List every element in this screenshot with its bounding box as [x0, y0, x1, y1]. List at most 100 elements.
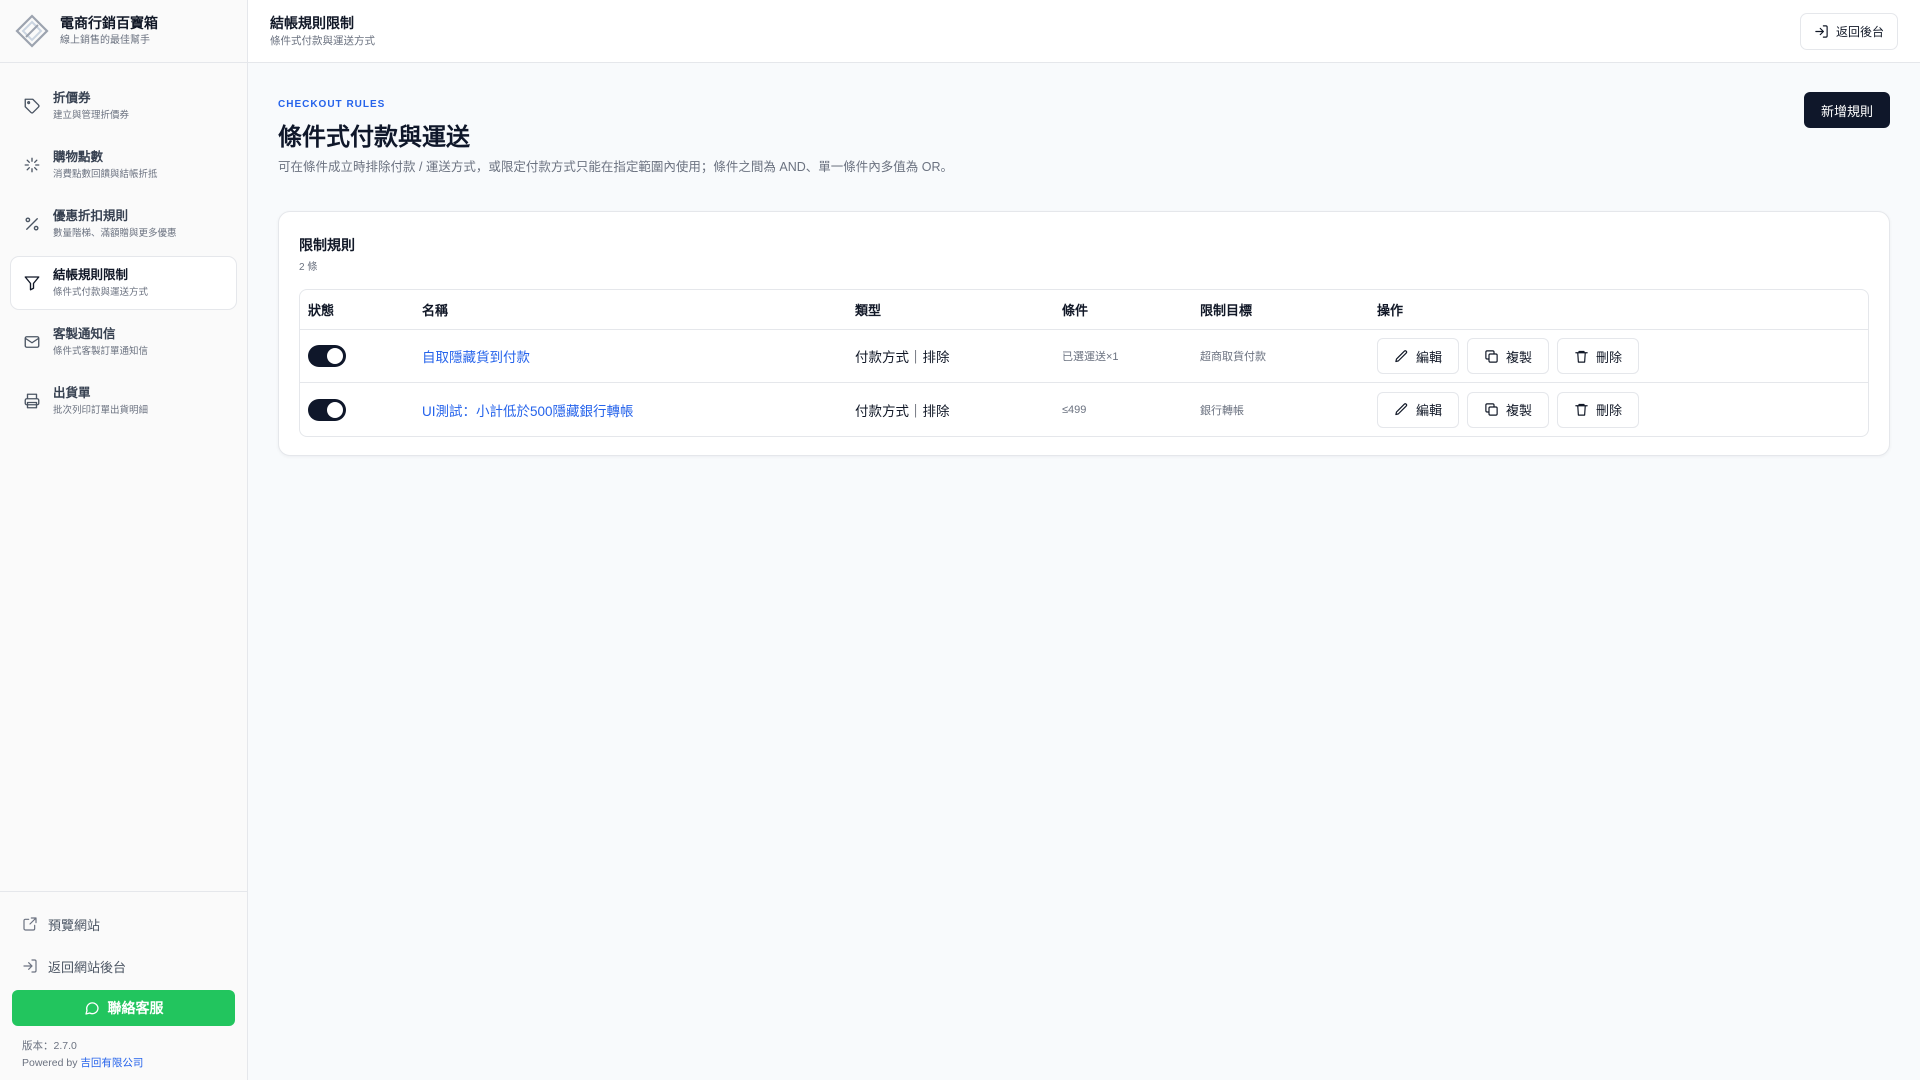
add-rule-button[interactable]: 新增規則 — [1803, 92, 1890, 128]
external-link-icon — [23, 917, 37, 931]
sidebar-item-sub: 條件式客製訂單通知信 — [53, 346, 149, 357]
sidebar-item-sub: 批次列印訂單出貨明細 — [53, 405, 149, 416]
top-bar: 結帳規則限制 條件式付款與運送方式 返回後台 — [248, 0, 1920, 63]
status-cell — [308, 330, 346, 382]
edit-label: 編輯 — [1416, 349, 1443, 365]
version-info: 版本：2.7.0 Powered by 吉回有限公司 — [12, 1038, 235, 1072]
brand: 電商行銷百寶箱 線上銷售的最佳幫手 — [0, 0, 247, 63]
version-label: 版本：2.7.0 — [22, 1040, 77, 1052]
rule-enabled-toggle[interactable] — [308, 398, 346, 421]
name-cell: UI測試：小計低於500隱藏銀行轉帳 — [422, 383, 634, 436]
preview-site-label: 預覽網站 — [48, 917, 101, 933]
percent-icon — [25, 217, 39, 231]
brand-title: 電商行銷百寶箱 — [60, 15, 158, 31]
rule-condition: ≤499 — [1062, 403, 1087, 416]
sidebar-item-discount-rules[interactable]: 優惠折扣規則 數量階梯、滿額贈與更多優惠 — [10, 197, 237, 251]
contact-support-label: 聯絡客服 — [107, 1000, 164, 1016]
column-header-name: 名稱 — [422, 303, 449, 318]
sidebar-item-sub: 條件式付款與運送方式 — [53, 287, 149, 298]
table-row: UI測試：小計低於500隱藏銀行轉帳 付款方式｜排除 ≤499 銀行轉帳 編輯 — [300, 383, 1868, 436]
printer-icon — [24, 393, 40, 409]
brand-subtitle: 線上銷售的最佳幫手 — [60, 35, 150, 46]
edit-button[interactable]: 編輯 — [1377, 338, 1460, 374]
column-header-status: 狀態 — [308, 303, 335, 318]
sidebar-item-label: 客製通知信 — [53, 327, 116, 341]
mail-icon — [24, 336, 40, 348]
rule-condition: 已選運送×1 — [1062, 351, 1119, 363]
rule-name-link[interactable]: 自取隱藏貨到付款 — [422, 346, 530, 366]
login-icon — [1815, 25, 1828, 38]
sidebar-item-label: 折價券 — [53, 91, 91, 105]
preview-site-link[interactable]: 預覽網站 — [12, 906, 235, 942]
copy-label: 複製 — [1506, 403, 1533, 418]
top-bar-subtitle: 條件式付款與運送方式 — [270, 35, 375, 47]
sidebar-item-label: 出貨單 — [53, 386, 91, 400]
powered-by: Powered by 吉回有限公司 — [22, 1055, 235, 1072]
powered-by-label: Powered by — [22, 1057, 78, 1069]
rule-enabled-toggle[interactable] — [308, 345, 346, 367]
back-to-admin-label: 返回後台 — [1835, 25, 1884, 39]
rule-type: 付款方式｜排除 — [855, 350, 950, 365]
toggle-knob — [327, 401, 343, 418]
sidebar-item-sub: 消費點數回饋與結帳折抵 — [53, 169, 158, 180]
rule-target: 超商取貨付款 — [1200, 351, 1266, 363]
sidebar-item-label: 購物點數 — [53, 150, 104, 164]
edit-label: 編輯 — [1416, 403, 1443, 418]
brand-logo-icon — [15, 14, 49, 48]
sidebar-footer: 預覽網站 返回網站後台 聯絡客服 版本：2.7.0 Powered by 吉回有… — [0, 891, 247, 1080]
sidebar-item-notifications[interactable]: 客製通知信 條件式客製訂單通知信 — [10, 315, 237, 369]
login-icon — [23, 959, 37, 973]
copy-label: 複製 — [1506, 349, 1533, 365]
back-to-site-admin-link[interactable]: 返回網站後台 — [12, 948, 235, 984]
target-cell: 銀行轉帳 — [1200, 383, 1244, 436]
page-description: 可在條件成立時排除付款 / 運送方式，或限定付款方式只能在指定範圍內使用；條件之… — [278, 160, 954, 174]
column-header-actions: 操作 — [1377, 303, 1404, 318]
page-eyebrow: CHECKOUT RULES — [278, 99, 386, 110]
sidebar-item-checkout-rules[interactable]: 結帳規則限制 條件式付款與運送方式 — [10, 256, 237, 310]
powered-by-company-link[interactable]: 吉回有限公司 — [80, 1057, 143, 1069]
trash-icon — [1575, 403, 1588, 416]
delete-button[interactable]: 刪除 — [1557, 338, 1640, 374]
target-cell: 超商取貨付款 — [1200, 330, 1266, 382]
type-cell: 付款方式｜排除 — [855, 383, 950, 436]
actions-cell: 編輯 複製 刪除 — [1377, 330, 1647, 382]
edit-button[interactable]: 編輯 — [1377, 391, 1460, 428]
delete-label: 刪除 — [1596, 403, 1623, 418]
sidebar-item-label: 優惠折扣規則 — [53, 209, 129, 223]
column-header-type: 類型 — [855, 303, 882, 318]
column-header-target: 限制目標 — [1200, 303, 1253, 318]
actions-cell: 編輯 複製 刪除 — [1377, 383, 1647, 436]
back-to-admin-button[interactable]: 返回後台 — [1799, 13, 1898, 50]
type-cell: 付款方式｜排除 — [855, 330, 950, 382]
trash-icon — [1575, 350, 1588, 363]
tag-icon — [24, 98, 40, 114]
chat-bubble-icon — [84, 1002, 99, 1015]
main-content: CHECKOUT RULES 條件式付款與運送 可在條件成立時排除付款 / 運送… — [248, 63, 1920, 1080]
sidebar-item-packing-slips[interactable]: 出貨單 批次列印訂單出貨明細 — [10, 374, 237, 428]
pencil-icon — [1395, 349, 1408, 362]
page-title: 條件式付款與運送 — [278, 124, 470, 151]
pencil-icon — [1395, 403, 1408, 416]
rule-type: 付款方式｜排除 — [855, 403, 950, 419]
condition-cell: 已選運送×1 — [1062, 330, 1119, 382]
contact-support-button[interactable]: 聯絡客服 — [12, 990, 235, 1026]
rule-name-link[interactable]: UI測試：小計低於500隱藏銀行轉帳 — [422, 400, 634, 420]
sparkle-icon — [24, 157, 40, 173]
delete-label: 刪除 — [1596, 349, 1623, 365]
copy-icon — [1485, 349, 1498, 363]
sidebar-item-points[interactable]: 購物點數 消費點數回饋與結帳折抵 — [10, 138, 237, 192]
status-cell — [308, 383, 346, 436]
copy-button[interactable]: 複製 — [1467, 391, 1550, 428]
copy-button[interactable]: 複製 — [1467, 338, 1550, 374]
condition-cell: ≤499 — [1062, 383, 1086, 436]
delete-button[interactable]: 刪除 — [1557, 391, 1640, 428]
back-to-site-admin-label: 返回網站後台 — [48, 959, 127, 975]
sidebar-item-sub: 數量階梯、滿額贈與更多優惠 — [53, 228, 177, 239]
rule-count: 2 條 — [299, 262, 318, 273]
sidebar-item-sub: 建立與管理折價券 — [53, 110, 130, 121]
rule-target: 銀行轉帳 — [1200, 404, 1244, 417]
sidebar-item-coupons[interactable]: 折價券 建立與管理折價券 — [10, 79, 237, 133]
table-header: 狀態 名稱 類型 條件 限制目標 操作 — [300, 290, 1868, 330]
filter-icon — [24, 276, 40, 291]
rules-table: 狀態 名稱 類型 條件 限制目標 操作 自取隱藏貨到付款 付款方式｜排除 已選運… — [299, 289, 1869, 437]
